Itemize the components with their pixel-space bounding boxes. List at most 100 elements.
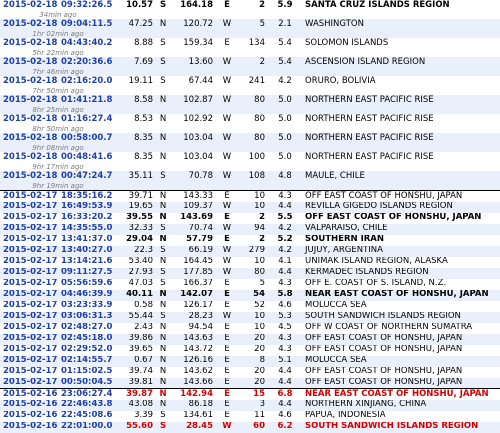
quake-row[interactable]: 2015-02-17 18:35:16.2 39.71 N 143.33 E 10 4.3 OF… (0, 190, 500, 202)
quake-row[interactable]: 2015-02-18 00:48:41.6 8.35 N 103.04 W 100 5.0 NO… (0, 152, 500, 163)
quake-time-link[interactable]: 18:35:16.2 (58, 190, 116, 202)
quake-date-link[interactable]: 2015-02-18 (0, 57, 58, 68)
quake-row[interactable]: 2015-02-18 00:47:24.7 35.11 S 70.78 W 108 4.8 MA… (0, 171, 500, 182)
quake-time-link[interactable]: 14:35:55.0 (58, 223, 116, 235)
quake-date-link[interactable]: 2015-02-17 (0, 355, 58, 367)
quake-time-link[interactable]: 02:14:55.7 (58, 355, 116, 367)
quake-date-link[interactable]: 2015-02-17 (0, 201, 58, 213)
quake-time-link[interactable]: 22:01:00.0 (58, 421, 116, 433)
quake-time-link[interactable]: 16:33:20.2 (58, 212, 116, 224)
quake-date-link[interactable]: 2015-02-16 (0, 410, 58, 422)
quake-row[interactable]: 2015-02-16 23:06:27.4 39.87 N 142.94 E 15 6.8 NE… (0, 388, 500, 400)
quake-longitude: 143.63 (170, 333, 216, 345)
quake-date-link[interactable]: 2015-02-17 (0, 190, 58, 202)
quake-date-link[interactable]: 2015-02-16 (0, 421, 58, 433)
quake-row[interactable]: 2015-02-16 22:46:43.8 43.08 N 86.18 E 3 4.4 NORT… (0, 399, 500, 411)
quake-date-link[interactable]: 2015-02-17 (0, 278, 58, 290)
quake-row[interactable]: 2015-02-17 04:46:39.9 40.11 N 142.07 E 54 5.8 NE… (0, 289, 500, 301)
quake-time-link[interactable]: 04:43:40.2 (58, 38, 116, 49)
quake-row[interactable]: 2015-02-17 13:40:27.0 22.3 S 66.19 W 279 4.2 JUJ… (0, 245, 500, 257)
quake-date-link[interactable]: 2015-02-17 (0, 212, 58, 224)
quake-date-link[interactable]: 2015-02-18 (0, 19, 58, 30)
quake-row[interactable]: 2015-02-18 09:04:11.5 47.25 N 120.72 W 5 2.1 WAS… (0, 19, 500, 30)
quake-time-link[interactable]: 02:29:52.0 (58, 344, 116, 356)
quake-row[interactable]: 2015-02-18 00:58:00.7 8.35 N 103.04 W 80 5.0 NOR… (0, 133, 500, 144)
quake-time-link[interactable]: 13:40:27.0 (58, 245, 116, 257)
quake-row[interactable]: 2015-02-17 02:29:52.0 39.65 N 143.72 E 20 4.3 OF… (0, 344, 500, 356)
quake-date-link[interactable]: 2015-02-16 (0, 399, 58, 411)
quake-date-link[interactable]: 2015-02-17 (0, 300, 58, 312)
quake-time-link[interactable]: 01:16:27.4 (58, 114, 116, 125)
quake-time-link[interactable]: 03:06:31.3 (58, 311, 116, 323)
quake-time-link[interactable]: 00:58:00.7 (58, 133, 116, 144)
quake-time-link[interactable]: 09:32:26.5 (58, 0, 116, 11)
quake-row[interactable]: 2015-02-17 14:35:55.0 32.33 S 70.74 W 94 4.2 VAL… (0, 223, 500, 235)
quake-time-link[interactable]: 03:23:33.9 (58, 300, 116, 312)
quake-row[interactable]: 2015-02-18 01:16:27.4 8.53 N 102.92 W 80 5.0 NOR… (0, 114, 500, 125)
quake-date-link[interactable]: 2015-02-16 (0, 388, 58, 400)
quake-time-link[interactable]: 01:41:21.8 (58, 95, 116, 106)
quake-row[interactable]: 2015-02-17 16:33:20.2 39.55 N 143.69 E 2 5.5 OFF… (0, 212, 500, 224)
quake-date-link[interactable]: 2015-02-17 (0, 344, 58, 356)
quake-date-link[interactable]: 2015-02-17 (0, 256, 58, 268)
quake-date-link[interactable]: 2015-02-17 (0, 223, 58, 235)
quake-time-link[interactable]: 02:45:18.0 (58, 333, 116, 345)
quake-date-link[interactable]: 2015-02-17 (0, 245, 58, 257)
quake-row[interactable]: 2015-02-18 04:43:40.2 8.88 S 159.34 E 134 5.4 SO… (0, 38, 500, 49)
quake-row[interactable]: 2015-02-17 09:11:27.5 27.93 S 177.85 W 80 4.4 KE… (0, 267, 500, 279)
quake-time-link[interactable]: 00:47:24.7 (58, 171, 116, 182)
quake-time-link[interactable]: 16:49:53.9 (58, 201, 116, 213)
quake-date-link[interactable]: 2015-02-17 (0, 377, 58, 389)
quake-row[interactable]: 2015-02-18 09:32:26.5 10.57 S 164.18 E 2 5.9 SAN… (0, 0, 500, 11)
quake-time-link[interactable]: 05:56:59.6 (58, 278, 116, 290)
quake-row[interactable]: 2015-02-17 16:49:53.9 19.65 N 109.37 W 10 4.4 RE… (0, 201, 500, 213)
quake-date-link[interactable]: 2015-02-17 (0, 366, 58, 378)
quake-time-link[interactable]: 22:45:08.6 (58, 410, 116, 422)
quake-depth: 10 (238, 190, 268, 202)
quake-date-link[interactable]: 2015-02-18 (0, 95, 58, 106)
quake-row[interactable]: 2015-02-17 02:45:18.0 39.86 N 143.63 E 20 4.3 OF… (0, 333, 500, 345)
quake-date-link[interactable]: 2015-02-18 (0, 38, 58, 49)
quake-time-link[interactable]: 02:20:36.6 (58, 57, 116, 68)
quake-date-link[interactable]: 2015-02-17 (0, 267, 58, 279)
quake-row[interactable]: 2015-02-18 02:20:36.6 7.69 S 13.60 W 2 5.4 ASCEN… (0, 57, 500, 68)
quake-time-link[interactable]: 02:16:20.0 (58, 76, 116, 87)
quake-time-link[interactable]: 00:50:04.5 (58, 377, 116, 389)
quake-row[interactable]: 2015-02-17 02:14:55.7 0.67 N 126.16 E 8 5.1 MOLU… (0, 355, 500, 367)
quake-date-link[interactable]: 2015-02-17 (0, 234, 58, 246)
quake-time-link[interactable]: 00:48:41.6 (58, 152, 116, 163)
quake-date-link[interactable]: 2015-02-17 (0, 322, 58, 334)
quake-row[interactable]: 2015-02-18 01:41:21.8 8.58 N 102.87 W 80 5.0 NOR… (0, 95, 500, 106)
quake-row[interactable]: 2015-02-17 03:06:31.3 55.44 S 28.23 W 10 5.3 SOU… (0, 311, 500, 323)
quake-time-link[interactable]: 23:06:27.4 (58, 388, 116, 400)
quake-date-link[interactable]: 2015-02-18 (0, 0, 58, 11)
quake-row[interactable]: 2015-02-17 01:15:02.5 39.74 N 143.62 E 20 4.4 OF… (0, 366, 500, 378)
quake-time-link[interactable]: 04:46:39.9 (58, 289, 116, 301)
quake-row[interactable]: 2015-02-16 22:01:00.0 55.60 S 28.45 W 60 6.2 SOU… (0, 421, 500, 433)
quake-date-link[interactable]: 2015-02-17 (0, 333, 58, 345)
quake-time-link[interactable]: 22:46:43.8 (58, 399, 116, 411)
quake-date-link[interactable]: 2015-02-17 (0, 311, 58, 323)
quake-time-link[interactable]: 13:14:21.6 (58, 256, 116, 268)
quake-date-link[interactable]: 2015-02-18 (0, 152, 58, 163)
quake-row[interactable]: 2015-02-17 02:48:27.0 2.43 N 94.54 E 10 4.5 OFF … (0, 322, 500, 334)
quake-row[interactable]: 2015-02-17 05:56:59.6 47.03 S 166.37 E 5 4.3 OFF… (0, 278, 500, 290)
quake-lon-hemisphere: E (216, 212, 238, 224)
quake-time-link[interactable]: 09:11:27.5 (58, 267, 116, 279)
quake-row[interactable]: 2015-02-17 13:41:37.0 29.04 N 57.79 E 2 5.2 SOUT… (0, 234, 500, 246)
quake-row[interactable]: 2015-02-17 00:50:04.5 39.81 N 143.66 E 20 4.4 OF… (0, 377, 500, 389)
quake-time-link[interactable]: 13:41:37.0 (58, 234, 116, 246)
quake-row[interactable]: 2015-02-17 13:14:21.6 53.40 N 164.45 W 10 4.1 UN… (0, 256, 500, 268)
quake-time-link[interactable]: 02:48:27.0 (58, 322, 116, 334)
quake-row[interactable]: 2015-02-16 22:45:08.6 3.39 S 134.61 E 11 4.6 PAP… (0, 410, 500, 422)
quake-time-link[interactable]: 01:15:02.5 (58, 366, 116, 378)
quake-date-link[interactable]: 2015-02-18 (0, 76, 58, 87)
quake-time-link[interactable]: 09:04:11.5 (58, 19, 116, 30)
quake-row[interactable]: 2015-02-18 02:16:20.0 19.11 S 67.44 W 241 4.2 OR… (0, 76, 500, 87)
quake-date-link[interactable]: 2015-02-18 (0, 133, 58, 144)
quake-row[interactable]: 2015-02-17 03:23:33.9 0.58 N 126.17 E 52 4.6 MOL… (0, 300, 500, 312)
quake-date-link[interactable]: 2015-02-17 (0, 289, 58, 301)
quake-date-link[interactable]: 2015-02-18 (0, 171, 58, 182)
quake-date-link[interactable]: 2015-02-18 (0, 114, 58, 125)
quake-region: OFF EAST COAST OF HONSHU, JAPAN (302, 190, 500, 202)
